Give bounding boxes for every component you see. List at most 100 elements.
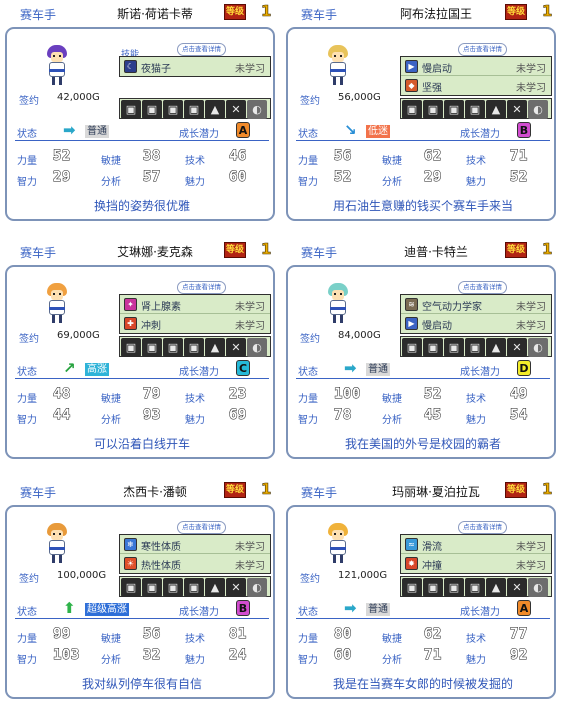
skill-row[interactable]: ◆ 坚强 未学习 bbox=[401, 76, 551, 95]
tire-icon[interactable]: ▣ bbox=[465, 100, 485, 119]
racer-card[interactable]: 赛车手 艾琳娜·麦克森 等级 1 签约 69,000G 点击查看详情 ✦ 肾上腺素… bbox=[2, 240, 278, 462]
tire-icon[interactable]: ▣ bbox=[184, 100, 204, 119]
power-value: 56 bbox=[334, 148, 352, 165]
details-tip-button[interactable]: 点击查看详情 bbox=[458, 281, 507, 294]
tool-icon[interactable]: ✕ bbox=[226, 100, 246, 119]
chassis-icon[interactable]: ▣ bbox=[423, 578, 443, 597]
details-tip-button[interactable]: 点击查看详情 bbox=[177, 43, 226, 56]
tool-icon[interactable]: ✕ bbox=[507, 338, 527, 357]
tire-icon[interactable]: ▣ bbox=[184, 578, 204, 597]
intellect-value: 29 bbox=[53, 169, 71, 186]
chassis-icon[interactable]: ▣ bbox=[142, 578, 162, 597]
engine-icon[interactable]: ▣ bbox=[402, 100, 422, 119]
racer-card[interactable]: 赛车手 阿布法拉国王 等级 1 签约 56,000G 点击查看详情 ▶ 慢启动 未学… bbox=[283, 2, 559, 224]
tire-icon[interactable]: ▣ bbox=[465, 338, 485, 357]
chassis-icon[interactable]: ▣ bbox=[423, 338, 443, 357]
helmet-icon[interactable]: ▲ bbox=[486, 100, 506, 119]
role-label: 赛车手 bbox=[20, 486, 57, 500]
racer-panel: 签约 69,000G 点击查看详情 ✦ 肾上腺素 未学习 ✚ 冲刺 未学习 ▣ ▣ ▣ ▣ ▲ ✕ ◐… bbox=[5, 265, 275, 459]
avatar-eyes bbox=[53, 55, 61, 57]
chassis-icon[interactable]: ▣ bbox=[142, 100, 162, 119]
divider bbox=[296, 618, 550, 619]
tire-icon[interactable]: ▣ bbox=[465, 578, 485, 597]
tire-icon[interactable]: ▣ bbox=[184, 338, 204, 357]
skill-row[interactable]: ≋ 空气动力学家 未学习 bbox=[401, 295, 551, 314]
helmet-icon[interactable]: ▲ bbox=[486, 578, 506, 597]
analysis-label: 分析 bbox=[382, 415, 402, 426]
skill-row[interactable]: ✸ 冲撞 未学习 bbox=[401, 554, 551, 573]
growth-label: 成长潜力 bbox=[179, 129, 219, 140]
chassis-icon[interactable]: ▣ bbox=[423, 100, 443, 119]
technique-value: 23 bbox=[229, 386, 247, 403]
skill-row[interactable]: ❄ 寒性体质 未学习 bbox=[120, 535, 270, 554]
skill-row[interactable]: ▶ 慢启动 未学习 bbox=[401, 314, 551, 333]
analysis-value: 29 bbox=[424, 169, 442, 186]
racer-avatar[interactable] bbox=[326, 283, 350, 323]
tool-icon[interactable]: ✕ bbox=[507, 100, 527, 119]
skill-name: 慢启动 bbox=[422, 321, 452, 332]
body-icon[interactable]: ▣ bbox=[163, 578, 183, 597]
technique-value: 71 bbox=[510, 148, 528, 165]
skill-row[interactable]: ≈ 滑流 未学习 bbox=[401, 535, 551, 554]
state-arrow-icon: ↘ bbox=[344, 121, 357, 139]
body-icon[interactable]: ▣ bbox=[163, 338, 183, 357]
contract-label: 签约 bbox=[19, 96, 39, 107]
body-icon[interactable]: ▣ bbox=[444, 100, 464, 119]
racer-card[interactable]: 赛车手 玛丽琳·夏泊拉瓦 等级 1 签约 121,000G 点击查看详情 ≈ 滑流… bbox=[283, 480, 559, 702]
details-tip-button[interactable]: 点击查看详情 bbox=[458, 521, 507, 534]
racer-avatar[interactable] bbox=[45, 45, 69, 85]
charm-label: 魅力 bbox=[466, 655, 486, 666]
power-label: 力量 bbox=[298, 156, 318, 167]
tool-icon[interactable]: ✕ bbox=[226, 578, 246, 597]
intellect-value: 103 bbox=[53, 647, 80, 664]
wheel-icon[interactable]: ◐ bbox=[247, 578, 267, 597]
body-icon[interactable]: ▣ bbox=[444, 578, 464, 597]
racer-avatar[interactable] bbox=[326, 523, 350, 563]
card-header: 赛车手 艾琳娜·麦克森 等级 1 bbox=[2, 240, 278, 262]
engine-icon[interactable]: ▣ bbox=[121, 100, 141, 119]
details-tip-button[interactable]: 点击查看详情 bbox=[458, 43, 507, 56]
helmet-icon[interactable]: ▲ bbox=[205, 338, 225, 357]
helmet-icon[interactable]: ▲ bbox=[205, 578, 225, 597]
helmet-icon[interactable]: ▲ bbox=[486, 338, 506, 357]
chassis-icon[interactable]: ▣ bbox=[142, 338, 162, 357]
racer-card[interactable]: 赛车手 斯诺·荷诺卡蒂 等级 1 签约 42,000G 技能 点击查看详情 ☾ 夜… bbox=[2, 2, 278, 224]
engine-icon[interactable]: ▣ bbox=[402, 578, 422, 597]
engine-icon[interactable]: ▣ bbox=[121, 578, 141, 597]
skill-row[interactable]: ▶ 慢启动 未学习 bbox=[401, 57, 551, 76]
wheel-icon[interactable]: ◐ bbox=[247, 338, 267, 357]
state-arrow-icon: ⬆ bbox=[63, 599, 76, 617]
intellect-label: 智力 bbox=[17, 177, 37, 188]
wheel-icon[interactable]: ◐ bbox=[247, 100, 267, 119]
wheel-icon[interactable]: ◐ bbox=[528, 338, 548, 357]
skill-status: 未学习 bbox=[516, 64, 546, 75]
contract-fee: 100,000G bbox=[57, 570, 107, 581]
wheel-icon[interactable]: ◐ bbox=[528, 100, 548, 119]
skill-row[interactable]: ☾ 夜猫子 未学习 bbox=[120, 57, 270, 76]
wheel-icon[interactable]: ◐ bbox=[528, 578, 548, 597]
technique-value: 49 bbox=[510, 386, 528, 403]
racer-avatar[interactable] bbox=[326, 45, 350, 85]
engine-icon[interactable]: ▣ bbox=[402, 338, 422, 357]
equipment-row: ▣ ▣ ▣ ▣ ▲ ✕ ◐ bbox=[400, 576, 552, 597]
details-tip-button[interactable]: 点击查看详情 bbox=[177, 521, 226, 534]
racer-avatar[interactable] bbox=[45, 283, 69, 323]
helmet-icon[interactable]: ▲ bbox=[205, 100, 225, 119]
avatar-legs bbox=[333, 555, 343, 563]
tool-icon[interactable]: ✕ bbox=[507, 578, 527, 597]
tool-icon[interactable]: ✕ bbox=[226, 338, 246, 357]
racer-card[interactable]: 赛车手 迪普·卡特兰 等级 1 签约 84,000G 点击查看详情 ≋ 空气动力学… bbox=[283, 240, 559, 462]
engine-icon[interactable]: ▣ bbox=[121, 338, 141, 357]
body-icon[interactable]: ▣ bbox=[163, 100, 183, 119]
details-tip-button[interactable]: 点击查看详情 bbox=[177, 281, 226, 294]
intellect-label: 智力 bbox=[298, 177, 318, 188]
agility-value: 62 bbox=[424, 626, 442, 643]
skill-row[interactable]: ✦ 肾上腺素 未学习 bbox=[120, 295, 270, 314]
agility-value: 79 bbox=[143, 386, 161, 403]
skill-row[interactable]: ☀ 热性体质 未学习 bbox=[120, 554, 270, 573]
racer-card[interactable]: 赛车手 杰西卡·潘顿 等级 1 签约 100,000G 点击查看详情 ❄ 寒性体质… bbox=[2, 480, 278, 702]
racer-avatar[interactable] bbox=[45, 523, 69, 563]
skills-list: ✦ 肾上腺素 未学习 ✚ 冲刺 未学习 bbox=[119, 294, 271, 334]
skill-row[interactable]: ✚ 冲刺 未学习 bbox=[120, 314, 270, 333]
body-icon[interactable]: ▣ bbox=[444, 338, 464, 357]
